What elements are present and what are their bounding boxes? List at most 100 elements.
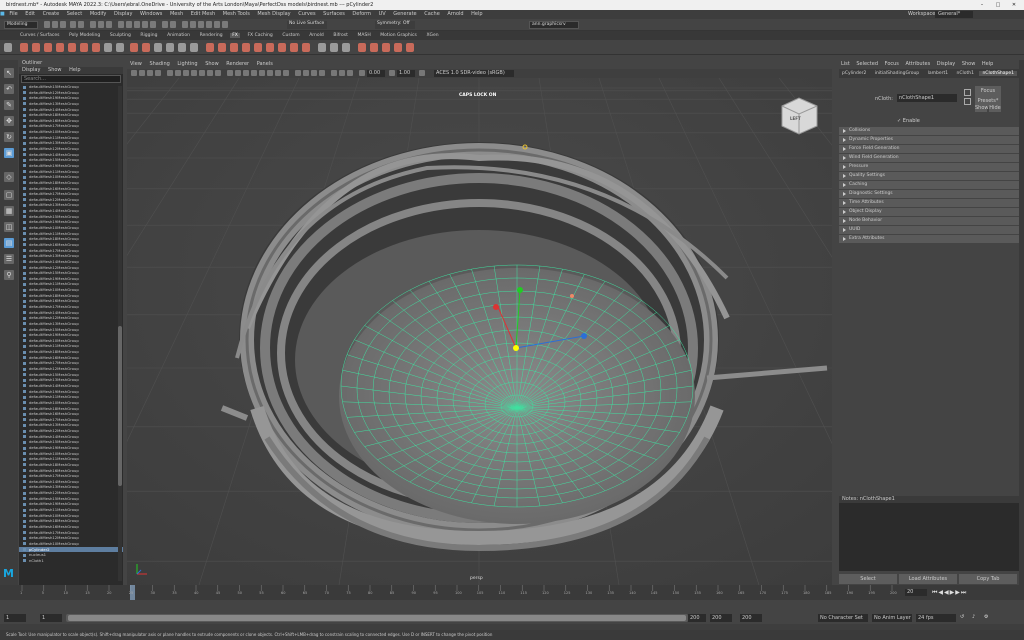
ae-select-button[interactable]: Select: [839, 574, 897, 584]
render-frame-icon[interactable]: [182, 21, 188, 28]
anim-layer-dropdown[interactable]: No Anim Layer: [872, 614, 912, 622]
shelf-tab-sculpting[interactable]: Sculpting: [108, 33, 133, 38]
render-view-icon[interactable]: [214, 21, 220, 28]
ae-menu-selected[interactable]: Selected: [856, 61, 878, 67]
ae-section-uuid[interactable]: UUID: [839, 226, 1019, 234]
menu-mesh[interactable]: Mesh: [170, 11, 183, 17]
outliner-scrollbar[interactable]: [118, 86, 122, 581]
menu-modify[interactable]: Modify: [90, 11, 107, 17]
menu-uv[interactable]: UV: [379, 11, 386, 17]
menuset-dropdown[interactable]: Modeling: [4, 21, 38, 29]
history-icon[interactable]: [162, 21, 168, 28]
fluid-3d-icon[interactable]: [154, 43, 162, 52]
layout-icon[interactable]: ▤: [4, 238, 14, 248]
fluid-emitter-icon[interactable]: [178, 43, 186, 52]
safe-action-icon[interactable]: [207, 70, 213, 76]
bifrost-liquid-icon[interactable]: [358, 43, 366, 52]
safe-title-icon[interactable]: [215, 70, 221, 76]
ambient-occlusion-icon[interactable]: [295, 70, 301, 76]
delete-cache-icon[interactable]: [116, 43, 124, 52]
sign-in-dropdown[interactable]: ann.graphicsrv: [529, 21, 579, 29]
playback-start-field[interactable]: 1: [40, 614, 62, 622]
ae-section-collisions[interactable]: Collisions: [839, 127, 1019, 135]
ncache-icon[interactable]: [104, 43, 112, 52]
save-scene-icon[interactable]: [60, 21, 66, 28]
outliner-item[interactable]: nCloth1: [19, 558, 123, 564]
ae-section-diagnostic[interactable]: Diagnostic Settings: [839, 190, 1019, 198]
snap-curve-icon[interactable]: [126, 21, 132, 28]
scene-canvas[interactable]: [127, 78, 832, 585]
ae-section-node-behavior[interactable]: Node Behavior: [839, 217, 1019, 225]
menu-mesh-display[interactable]: Mesh Display: [257, 11, 290, 17]
depth-of-field-icon[interactable]: [319, 70, 325, 76]
ae-show-button[interactable]: Show: [975, 105, 989, 112]
menu-mesh-tools[interactable]: Mesh Tools: [223, 11, 250, 17]
arnold-render-icon[interactable]: [222, 21, 228, 28]
shelf-tab-bifrost[interactable]: Bifrost: [331, 33, 350, 38]
ae-section-time[interactable]: Time Attributes: [839, 199, 1019, 207]
air-field-icon[interactable]: [206, 43, 214, 52]
ae-menu-help[interactable]: Help: [982, 61, 993, 67]
live-surface-label[interactable]: No Live Surface: [287, 21, 327, 29]
view-transform-dropdown[interactable]: ACES 1.0 SDR-video (sRGB): [434, 70, 514, 77]
menu-file[interactable]: File: [9, 11, 17, 17]
select-object-icon[interactable]: [98, 21, 104, 28]
ae-notes-field[interactable]: [839, 503, 1019, 571]
color-management-icon[interactable]: [419, 70, 425, 76]
menu-windows[interactable]: Windows: [140, 11, 162, 17]
menu-create[interactable]: Create: [43, 11, 60, 17]
vp-menu-show[interactable]: Show: [205, 61, 219, 67]
shelf-tab-rendering[interactable]: Rendering: [198, 33, 225, 38]
exposure-field[interactable]: 0.00: [367, 70, 385, 77]
camera-select-icon[interactable]: [131, 70, 137, 76]
bifrost-aero-icon[interactable]: [370, 43, 378, 52]
ae-load-attributes-button[interactable]: Load Attributes: [899, 574, 957, 584]
lights-icon[interactable]: [275, 70, 281, 76]
anim-end-field-2[interactable]: 200: [740, 614, 762, 622]
select-hierarchy-icon[interactable]: [90, 21, 96, 28]
isolate-select-icon[interactable]: [331, 70, 337, 76]
shelf-tab-fx[interactable]: FX: [230, 33, 240, 38]
ae-section-dynamic[interactable]: Dynamic Properties: [839, 136, 1019, 144]
ae-node-output-icon[interactable]: [964, 89, 971, 96]
vp-menu-view[interactable]: View: [130, 61, 142, 67]
shelf-tab-animation[interactable]: Animation: [165, 33, 192, 38]
volume-axis-icon[interactable]: [302, 43, 310, 52]
ipr-render-icon[interactable]: [190, 21, 196, 28]
menu-help[interactable]: Help: [471, 11, 482, 17]
rotate-tool-icon[interactable]: ↻: [4, 132, 14, 142]
ae-focus-button[interactable]: Focus: [975, 86, 1001, 96]
field-chart-icon[interactable]: [199, 70, 205, 76]
maximize-icon[interactable]: □: [992, 0, 1004, 10]
outliner-menu-display[interactable]: Display: [22, 67, 40, 73]
select-tool-icon[interactable]: ↖: [4, 68, 14, 78]
shelf-tab-xgen[interactable]: XGen: [424, 33, 440, 38]
scale-tool-icon[interactable]: ▣: [4, 148, 14, 158]
symmetry-dropdown[interactable]: Symmetry: Off: [375, 21, 415, 29]
shelf-tab-mash[interactable]: MASH: [356, 33, 373, 38]
time-slider[interactable]: 1 5 10 15 20 25 30 35 40 45 50 55 60 65 70 75 80 85 90 95 10…: [0, 585, 1024, 600]
select-component-icon[interactable]: [106, 21, 112, 28]
ae-tab-nclothshape[interactable]: nClothShape1: [979, 71, 1018, 76]
smooth-shade-icon[interactable]: [235, 70, 241, 76]
viewport-3d[interactable]: CAPS LOCK ON LEFT persp: [127, 78, 832, 585]
shelf-tab-motion-graphics[interactable]: Motion Graphics: [378, 33, 419, 38]
outliner-menu-help[interactable]: Help: [69, 67, 80, 73]
undo-icon[interactable]: [70, 21, 76, 28]
ae-menu-display[interactable]: Display: [937, 61, 955, 67]
ae-section-pressure[interactable]: Pressure: [839, 163, 1019, 171]
exposure-icon[interactable]: [359, 70, 365, 76]
soft-body-icon[interactable]: [318, 43, 326, 52]
snap-grid-icon[interactable]: [118, 21, 124, 28]
menu-generate[interactable]: Generate: [393, 11, 416, 17]
single-view-icon[interactable]: ▢: [4, 190, 14, 200]
shelf-tab-rigging[interactable]: Rigging: [138, 33, 159, 38]
ae-tab-pcylinder[interactable]: pCylinder2: [839, 71, 869, 76]
preferences-icon[interactable]: ⚙: [984, 614, 990, 622]
ae-menu-focus[interactable]: Focus: [885, 61, 899, 67]
anti-aliasing-icon[interactable]: [311, 70, 317, 76]
range-handle[interactable]: [68, 615, 686, 621]
snap-view-icon[interactable]: [142, 21, 148, 28]
shelf-tab-arnold[interactable]: Arnold: [307, 33, 326, 38]
audio-icon[interactable]: ♪: [972, 614, 978, 622]
